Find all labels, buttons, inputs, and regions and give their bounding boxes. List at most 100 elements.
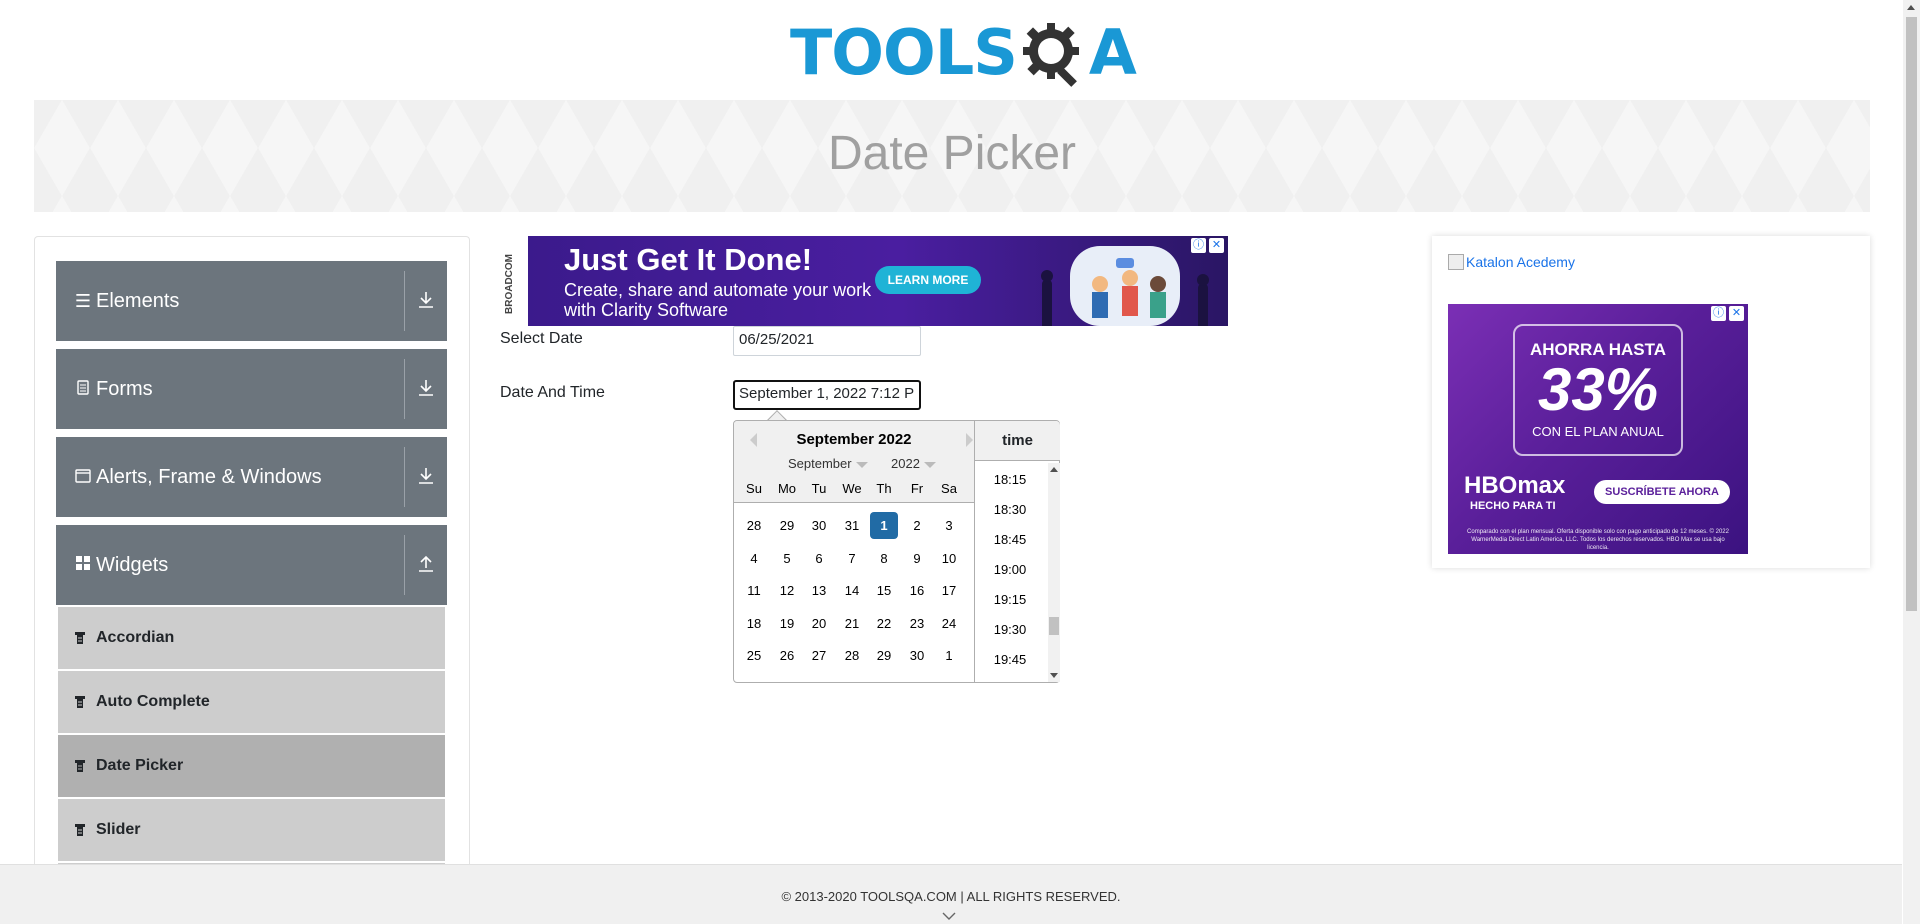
katalon-alt-text: Katalon Acedemy: [1466, 254, 1575, 270]
calendar-day[interactable]: 14: [838, 577, 866, 604]
sidebar-item-slider[interactable]: Slider: [58, 799, 445, 861]
calendar-day[interactable]: 21: [838, 610, 866, 637]
sidebar-item-accordian[interactable]: Accordian: [58, 607, 445, 669]
date-time-input[interactable]: September 1, 2022 7:12 P: [733, 380, 921, 410]
hamburger-icon: ☰: [74, 290, 92, 311]
calendar-day[interactable]: 29: [870, 642, 898, 669]
calendar-day[interactable]: 28: [740, 512, 768, 539]
scroll-up-arrow-icon[interactable]: [1050, 467, 1058, 472]
calendar-day[interactable]: 1: [935, 642, 963, 669]
toolsqa-logo[interactable]: TOOLS A: [790, 14, 1137, 92]
broken-image-icon: [1448, 254, 1464, 270]
divider: [404, 447, 405, 507]
sidebar-group-alerts-frame-windows[interactable]: Alerts, Frame & Windows: [56, 437, 447, 517]
calendar-day[interactable]: 30: [903, 642, 931, 669]
sidebar-group-elements[interactable]: ☰ Elements: [56, 261, 447, 341]
calendar-day[interactable]: 10: [935, 545, 963, 572]
calendar-day[interactable]: 8: [870, 545, 898, 572]
learn-more-button[interactable]: LEARN MORE: [875, 266, 981, 294]
hbomax-tagline: HECHO PARA TI: [1470, 500, 1556, 512]
ad-brand: BROADCOM: [504, 254, 515, 314]
weekday-label: Mo: [777, 481, 797, 496]
calendar-day[interactable]: 5: [773, 545, 801, 572]
calendar-day[interactable]: 24: [935, 610, 963, 637]
ad-headline: Just Get It Done!: [564, 242, 813, 277]
ad-info-icon[interactable]: ⓘ: [1191, 238, 1206, 253]
time-list-scrollbar[interactable]: [1048, 463, 1060, 682]
calendar-day[interactable]: 9: [903, 545, 931, 572]
calendar-day[interactable]: 7: [838, 545, 866, 572]
time-list-item[interactable]: 19:30: [975, 622, 1045, 637]
calendar-day[interactable]: 13: [805, 577, 833, 604]
time-list-item[interactable]: 18:45: [975, 532, 1045, 547]
ad-hbomax[interactable]: AHORRA HASTA 33% CON EL PLAN ANUAL HBOma…: [1448, 304, 1748, 554]
calendar-day[interactable]: 2: [903, 512, 931, 539]
katalon-ad-link[interactable]: Katalon Acedemy: [1448, 254, 1575, 270]
time-list-item[interactable]: 18:15: [975, 472, 1045, 487]
sidebar-group-widgets[interactable]: Widgets: [56, 525, 447, 605]
ad-close-icon[interactable]: ✕: [1209, 238, 1224, 253]
ad-info-icon[interactable]: ⓘ: [1711, 306, 1726, 321]
select-date-input[interactable]: 06/25/2021: [733, 326, 921, 356]
datepicker-popup: September 2022 September 2022 Su Mo Tu We Th…: [733, 420, 1060, 683]
year-select-value: 2022: [891, 456, 920, 471]
sidebar-item-date-picker[interactable]: Date Picker: [58, 735, 445, 797]
year-select[interactable]: 2022: [891, 456, 936, 471]
scrollbar-thumb[interactable]: [1049, 617, 1059, 635]
sidebar-group-label: Widgets: [96, 553, 169, 576]
ad-sidebar-right: Katalon Acedemy AHORRA HASTA 33% CON EL …: [1432, 236, 1870, 568]
ad-banner-broadcom[interactable]: BROADCOM Just Get It Done! Create, share…: [500, 236, 1228, 326]
calendar-day[interactable]: 23: [903, 610, 931, 637]
scroll-up-arrow-icon[interactable]: [1907, 5, 1915, 10]
download-arrow-icon: [415, 376, 437, 400]
month-select-value: September: [788, 456, 852, 471]
window-icon: [72, 467, 94, 488]
calendar-day[interactable]: 11: [740, 577, 768, 604]
calendar-day[interactable]: 17: [935, 577, 963, 604]
ad-close-icon[interactable]: ✕: [1729, 306, 1744, 321]
badge-icon: [75, 824, 85, 836]
calendar-day[interactable]: 20: [805, 610, 833, 637]
calendar-day[interactable]: 22: [870, 610, 898, 637]
weekday-label: Fr: [910, 481, 924, 496]
divider: [404, 271, 405, 331]
hbomax-logo: HBOmax: [1464, 472, 1566, 499]
sidebar-item-auto-complete[interactable]: Auto Complete: [58, 671, 445, 733]
upload-arrow-icon: [415, 552, 437, 576]
badge-icon: [75, 760, 85, 772]
subscribe-button[interactable]: SUSCRÍBETE AHORA: [1594, 480, 1730, 504]
calendar-day[interactable]: 3: [935, 512, 963, 539]
calendar-day[interactable]: 28: [838, 642, 866, 669]
sidebar: ☰ Elements Forms Alerts, Frame & Windows: [34, 236, 470, 877]
calendar-day[interactable]: 31: [838, 512, 866, 539]
page-scrollbar[interactable]: [1903, 0, 1920, 924]
weekday-label: Sa: [941, 481, 957, 496]
calendar-day[interactable]: 18: [740, 610, 768, 637]
calendar-day[interactable]: 19: [773, 610, 801, 637]
calendar-day[interactable]: 30: [805, 512, 833, 539]
scrollbar-thumb[interactable]: [1906, 17, 1917, 611]
scroll-down-arrow-icon[interactable]: [1050, 673, 1058, 678]
time-list-item[interactable]: 19:45: [975, 652, 1045, 667]
sidebar-group-forms[interactable]: Forms: [56, 349, 447, 429]
calendar-day[interactable]: 12: [773, 577, 801, 604]
calendar-day[interactable]: 29: [773, 512, 801, 539]
ad-fine-print: Comparado con el plan mensual. Oferta di…: [1467, 529, 1729, 551]
time-header: time: [975, 421, 1060, 461]
time-list-item[interactable]: 18:30: [975, 502, 1045, 517]
calendar-day[interactable]: 16: [903, 577, 931, 604]
chevron-down-icon[interactable]: [942, 909, 956, 923]
next-month-button[interactable]: [966, 433, 973, 447]
time-list-item[interactable]: 19:00: [975, 562, 1045, 577]
divider: [404, 359, 405, 419]
calendar-day[interactable]: 26: [773, 642, 801, 669]
calendar-day[interactable]: 6: [805, 545, 833, 572]
calendar-day[interactable]: 15: [870, 577, 898, 604]
calendar-day[interactable]: 27: [805, 642, 833, 669]
time-list-item[interactable]: 19:15: [975, 592, 1045, 607]
calendar-day[interactable]: 25: [740, 642, 768, 669]
calendar-day[interactable]: 4: [740, 545, 768, 572]
gear-magnifier-icon: [1019, 19, 1087, 87]
calendar-day[interactable]: 1: [870, 512, 898, 539]
month-select[interactable]: September: [788, 456, 868, 471]
